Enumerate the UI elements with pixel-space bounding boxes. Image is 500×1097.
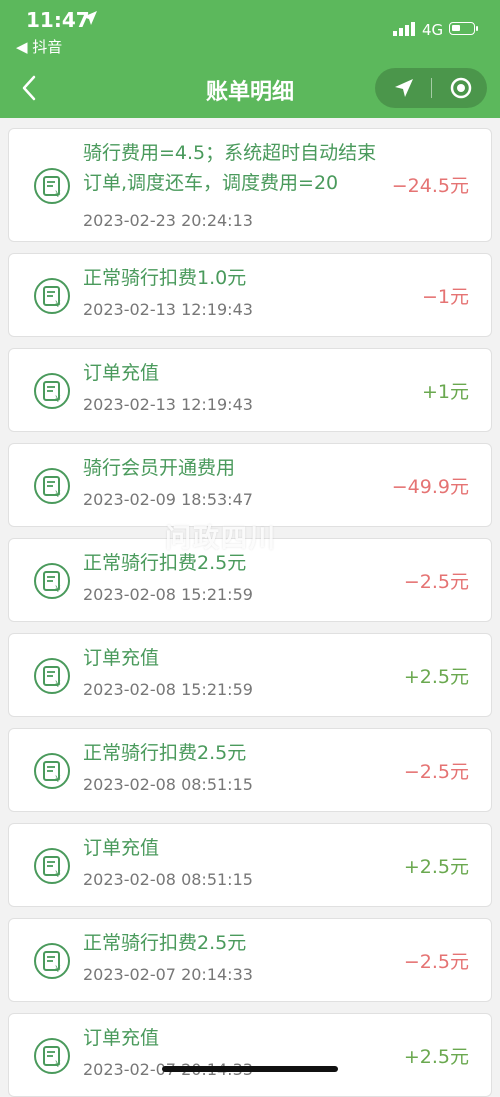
bill-title: 订单充值 xyxy=(83,362,160,384)
bill-amount: +1元 xyxy=(421,381,469,403)
bill-title-line2: 订单,调度还车，调度费用=20 xyxy=(83,172,339,194)
bill-item[interactable]: ¥ 订单充值 2023-02-13 12:19:43 +1元 xyxy=(8,348,492,432)
svg-text:¥: ¥ xyxy=(55,190,61,200)
home-indicator xyxy=(162,1066,338,1072)
bill-date: 2023-02-08 15:21:59 xyxy=(83,585,253,604)
bill-item[interactable]: ¥ 订单充值 2023-02-08 15:21:59 +2.5元 xyxy=(8,633,492,717)
bill-receipt-icon: ¥ xyxy=(33,847,71,885)
bill-receipt-icon: ¥ xyxy=(33,167,71,205)
bill-amount: +2.5元 xyxy=(403,666,469,688)
bill-amount: −49.9元 xyxy=(391,476,469,498)
bill-title: 正常骑行扣费2.5元 xyxy=(83,932,247,954)
bill-title: 骑行会员开通费用 xyxy=(83,457,236,479)
svg-text:¥: ¥ xyxy=(55,680,61,690)
bill-receipt-icon: ¥ xyxy=(33,372,71,410)
bill-receipt-icon: ¥ xyxy=(33,657,71,695)
battery-icon xyxy=(449,22,478,35)
bill-title: 骑行费用=4.5；系统超时自动结束 xyxy=(83,142,377,164)
bill-receipt-icon: ¥ xyxy=(33,942,71,980)
bill-item[interactable]: ¥订单充值2023-02-07 20:14:33+2.5元 xyxy=(8,1013,492,1097)
bill-title: 订单充值 xyxy=(83,647,160,669)
bill-receipt-icon: ¥ xyxy=(33,467,71,505)
svg-text:¥: ¥ xyxy=(55,395,61,405)
bill-item[interactable]: ¥ 正常骑行扣费2.5元 2023-02-07 20:14:33 −2.5元 xyxy=(8,918,492,1002)
bill-date: 2023-02-08 08:51:15 xyxy=(83,870,253,889)
bill-amount: −24.5元 xyxy=(391,175,469,197)
close-target-icon[interactable] xyxy=(450,77,472,99)
bill-amount: +2.5元 xyxy=(403,856,469,878)
mini-program-capsule xyxy=(375,68,487,108)
bill-date: 2023-02-08 08:51:15 xyxy=(83,775,253,794)
status-time: 11:47 xyxy=(26,8,90,32)
bill-date: 2023-02-23 20:24:13 xyxy=(83,211,253,230)
svg-text:¥: ¥ xyxy=(55,775,61,785)
bill-title: 订单充值 xyxy=(83,837,160,859)
bill-receipt-icon: ¥ xyxy=(33,277,71,315)
svg-text:¥: ¥ xyxy=(55,870,61,880)
svg-text:¥: ¥ xyxy=(55,490,61,500)
bill-item[interactable]: ¥ 正常骑行扣费2.5元 2023-02-08 08:51:15 −2.5元 xyxy=(8,728,492,812)
bill-item[interactable]: ¥ 正常骑行扣费1.0元 2023-02-13 12:19:43 −1元 xyxy=(8,253,492,337)
network-type: 4G xyxy=(422,21,444,39)
bill-title: 订单充值 xyxy=(83,1027,160,1049)
bill-date: 2023-02-08 15:21:59 xyxy=(83,680,253,699)
bill-date: 2023-02-13 12:19:43 xyxy=(83,395,253,414)
bill-title: 正常骑行扣费2.5元 xyxy=(83,742,247,764)
bill-amount: −1元 xyxy=(421,286,469,308)
navigation-arrow-icon[interactable] xyxy=(393,77,415,99)
signal-icon xyxy=(393,22,415,36)
capsule-divider xyxy=(431,78,432,98)
bill-amount: −2.5元 xyxy=(403,951,469,973)
bill-receipt-icon: ¥ xyxy=(33,1037,71,1075)
bill-amount: +2.5元 xyxy=(403,1046,469,1068)
bill-receipt-icon: ¥ xyxy=(33,562,71,600)
bill-receipt-icon: ¥ xyxy=(33,752,71,790)
app-header: 11:47 ◀ 抖音 4G 账单明细 xyxy=(0,0,500,118)
bill-item[interactable]: ¥ 订单充值 2023-02-08 08:51:15 +2.5元 xyxy=(8,823,492,907)
bill-date: 2023-02-09 18:53:47 xyxy=(83,490,253,509)
watermark: 问政四川 xyxy=(165,524,278,554)
back-to-app-link[interactable]: ◀ 抖音 xyxy=(16,36,62,57)
bill-amount: −2.5元 xyxy=(403,571,469,593)
location-arrow-icon xyxy=(83,11,97,25)
bill-item[interactable]: ¥ 骑行会员开通费用 2023-02-09 18:53:47 −49.9元 xyxy=(8,443,492,527)
bill-date: 2023-02-13 12:19:43 xyxy=(83,300,253,319)
bill-amount: −2.5元 xyxy=(403,761,469,783)
svg-text:¥: ¥ xyxy=(55,300,61,310)
bill-item[interactable]: ¥ 骑行费用=4.5；系统超时自动结束 订单,调度还车，调度费用=20 2023-02… xyxy=(8,128,492,242)
svg-text:¥: ¥ xyxy=(55,585,61,595)
status-bar: 11:47 ◀ 抖音 4G xyxy=(0,0,500,58)
svg-text:¥: ¥ xyxy=(55,965,61,975)
bill-title: 正常骑行扣费1.0元 xyxy=(83,267,247,289)
svg-text:¥: ¥ xyxy=(55,1060,61,1070)
bill-date: 2023-02-07 20:14:33 xyxy=(83,965,253,984)
